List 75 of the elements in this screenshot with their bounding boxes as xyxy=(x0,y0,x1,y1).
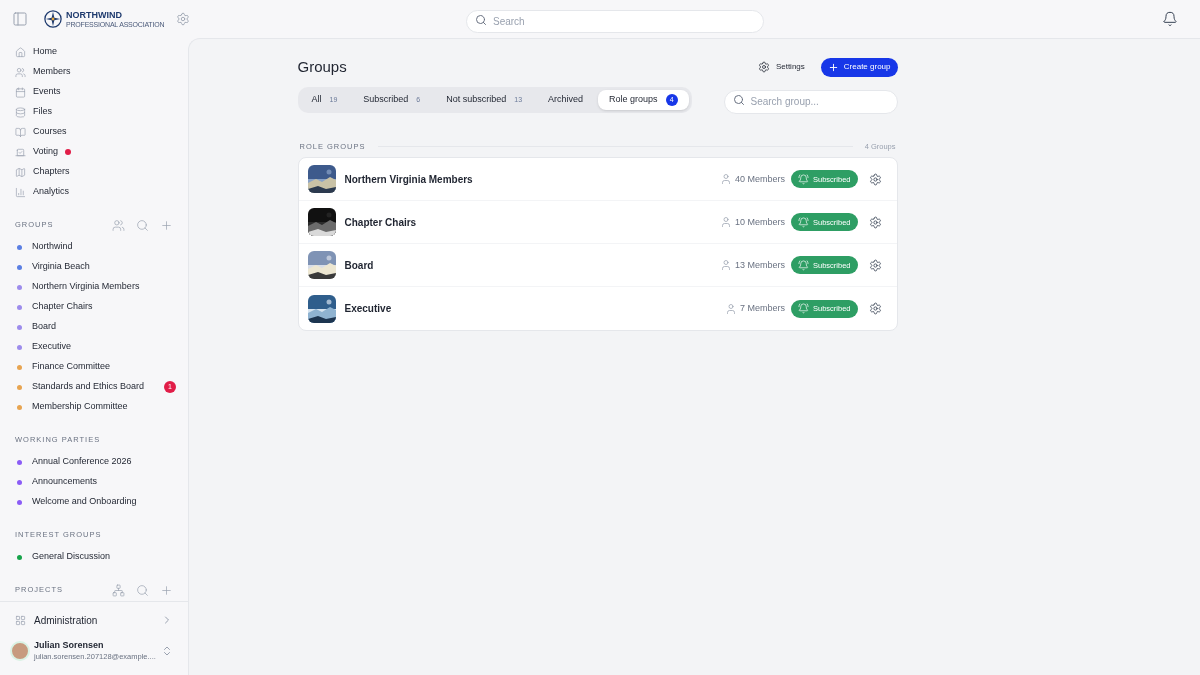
plus-icon[interactable] xyxy=(160,583,173,597)
home-icon xyxy=(15,46,26,58)
nav-item[interactable]: Chapters xyxy=(33,165,70,179)
user-name: Julian Sorensen xyxy=(34,640,105,652)
person-icon xyxy=(724,302,737,315)
page-title: Groups xyxy=(297,56,347,77)
search-icon[interactable] xyxy=(136,218,149,232)
group-name: Board xyxy=(344,258,374,273)
map-icon xyxy=(15,166,26,178)
settings-icon[interactable] xyxy=(176,12,191,26)
bell-icon xyxy=(797,173,809,185)
settings-icon[interactable] xyxy=(868,302,882,316)
search-field[interactable]: Search xyxy=(466,9,764,33)
nav-item[interactable]: Voting xyxy=(33,145,59,159)
grid-icon xyxy=(15,614,26,626)
network-icon[interactable] xyxy=(112,583,125,597)
person-icon xyxy=(719,173,732,186)
search-icon[interactable] xyxy=(136,583,149,597)
create-group-button[interactable]: Create group xyxy=(820,57,898,77)
group-item[interactable]: Board xyxy=(32,320,57,334)
settings-icon[interactable] xyxy=(868,172,882,186)
group-item[interactable]: Northern Virginia Members xyxy=(32,280,140,294)
users-icon[interactable] xyxy=(112,218,125,232)
filter-tab[interactable]: Archived xyxy=(537,90,595,110)
nav-item[interactable]: Analytics xyxy=(33,185,69,199)
group-item[interactable]: Welcome and Onboarding xyxy=(32,495,137,509)
settings-button[interactable]: Settings xyxy=(753,57,809,77)
bell-icon xyxy=(797,216,809,228)
group-item[interactable]: Membership Committee xyxy=(32,400,128,414)
book-icon xyxy=(15,126,26,138)
search-icon xyxy=(475,13,487,26)
ballot-box-icon xyxy=(15,146,26,158)
plus-icon xyxy=(827,61,839,73)
group-item[interactable]: Chapter Chairs xyxy=(32,300,93,314)
bar-chart-icon xyxy=(15,186,26,198)
settings-icon[interactable] xyxy=(868,258,882,272)
nav-item[interactable]: Home xyxy=(33,45,57,59)
group-item[interactable]: Finance Committee xyxy=(32,360,111,374)
database-icon xyxy=(15,106,26,118)
bell-icon xyxy=(797,259,809,271)
member-count: 40 Members xyxy=(734,172,785,186)
plus-icon[interactable] xyxy=(160,218,173,232)
group-name: Northern Virginia Members xyxy=(344,172,473,187)
group-item[interactable]: General Discussion xyxy=(32,550,111,564)
group-name: Executive xyxy=(344,302,392,317)
member-count: 13 Members xyxy=(734,258,785,272)
group-item[interactable]: Northwind xyxy=(32,240,73,254)
user-avatar xyxy=(10,640,30,661)
member-count: 10 Members xyxy=(734,215,785,229)
calendar-icon xyxy=(15,86,26,98)
settings-icon xyxy=(757,61,770,73)
group-name: Chapter Chairs xyxy=(344,215,417,230)
group-item[interactable]: Annual Conference 2026 xyxy=(32,455,132,469)
users-icon xyxy=(15,66,26,78)
group-item[interactable]: Executive xyxy=(32,340,72,354)
person-icon xyxy=(719,259,732,272)
brand-name: NORTHWIND xyxy=(66,10,123,20)
sidebar-toggle-icon[interactable] xyxy=(12,11,28,27)
expand-icon[interactable] xyxy=(161,644,173,657)
notifications-icon[interactable] xyxy=(1162,11,1178,27)
member-count: 7 Members xyxy=(739,302,785,315)
nav-item[interactable]: Courses xyxy=(33,125,67,139)
settings-icon[interactable] xyxy=(868,215,882,229)
nav-item[interactable]: Members xyxy=(33,65,71,79)
nav-item[interactable]: Events xyxy=(33,85,61,99)
compass-logo-icon xyxy=(44,10,62,28)
nav-item[interactable]: Files xyxy=(33,105,52,119)
group-item[interactable]: Standards and Ethics Board xyxy=(32,380,145,394)
person-icon xyxy=(719,216,732,229)
group-search-field[interactable]: Search group... xyxy=(723,89,898,114)
search-icon xyxy=(732,94,745,106)
group-item[interactable]: Virginia Beach xyxy=(32,260,90,274)
bell-icon xyxy=(797,303,809,315)
administration-item[interactable]: Administration xyxy=(15,610,173,631)
group-item[interactable]: Announcements xyxy=(32,475,98,489)
